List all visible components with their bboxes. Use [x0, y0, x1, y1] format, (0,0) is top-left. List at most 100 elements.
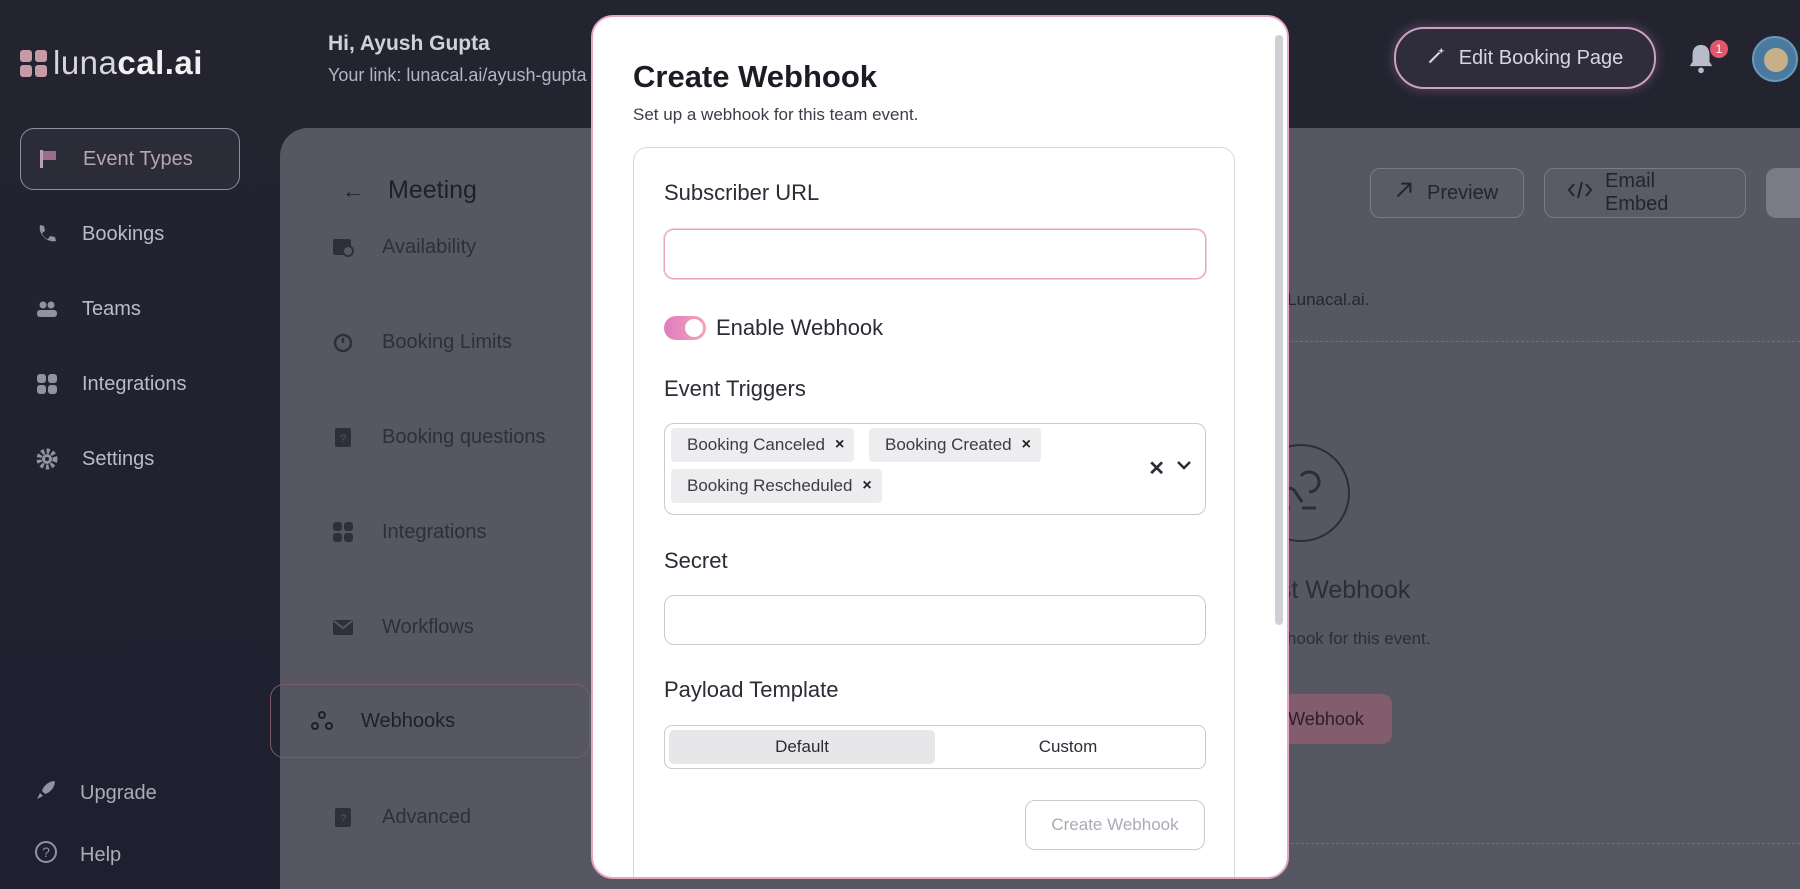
sidebar: Event Types Bookings Teams Integrations … [20, 128, 240, 503]
user-link[interactable]: Your link: lunacal.ai/ayush-gupta [328, 65, 587, 86]
logo-text: lunacal.ai [53, 44, 203, 81]
divider [1260, 341, 1800, 342]
secret-input[interactable] [664, 595, 1206, 645]
secret-label: Secret [664, 548, 728, 573]
preview-label: Preview [1427, 181, 1499, 204]
enable-webhook-row: Enable Webhook [664, 315, 883, 341]
sidebar-item-settings[interactable]: Settings [20, 428, 240, 490]
sidebar-item-label: Event Types [83, 147, 193, 170]
payload-option-default[interactable]: Default [669, 730, 935, 764]
logo-mark-icon [20, 49, 47, 77]
payload-template-label: Payload Template [664, 677, 839, 702]
notifications-button[interactable]: 1 [1684, 40, 1728, 81]
dialog-scrollbar[interactable] [1275, 35, 1283, 625]
sidebar-item-event-types[interactable]: Event Types [20, 128, 240, 190]
app-window: lunacal.ai Event Types Bookings Teams In… [0, 0, 1800, 889]
clipboard-icon: ? [330, 804, 356, 830]
code-icon [1567, 179, 1593, 207]
trigger-tag-label: Booking Created [885, 435, 1012, 454]
arrow-up-right-icon [1393, 179, 1415, 207]
trigger-tag-label: Booking Rescheduled [687, 476, 853, 495]
subscriber-url-label: Subscriber URL [664, 180, 820, 205]
menu-item-label: Booking questions [382, 425, 546, 448]
dialog-subtitle: Set up a webhook for this team event. [633, 105, 919, 124]
remove-tag-icon[interactable]: × [862, 477, 871, 495]
mail-icon [330, 614, 356, 640]
clear-all-icon[interactable]: ✕ [1148, 456, 1165, 481]
magic-wand-icon [1427, 45, 1447, 71]
sidebar-bottom: Upgrade ? Help [34, 776, 157, 889]
enable-webhook-toggle[interactable] [664, 316, 706, 340]
menu-item-availability[interactable]: Availability [330, 234, 476, 260]
menu-item-booking-limits[interactable]: Booking Limits [330, 329, 512, 355]
lunacal-logo[interactable]: lunacal.ai [20, 44, 203, 82]
event-actions: Preview Email Embed [1370, 168, 1746, 218]
menu-item-advanced[interactable]: ? Advanced [330, 804, 471, 830]
select-controls: ✕ [1148, 456, 1193, 481]
user-greeting: Hi, Ayush Gupta Your link: lunacal.ai/ay… [328, 32, 587, 86]
sidebar-item-integrations[interactable]: Integrations [20, 353, 240, 415]
sidebar-item-label: Help [80, 843, 122, 866]
webhook-icon [309, 708, 335, 734]
sidebar-item-bookings[interactable]: Bookings [20, 203, 240, 265]
trigger-tag: Booking Rescheduled × [671, 469, 882, 503]
event-triggers-select[interactable]: Booking Canceled × Booking Created × Boo… [664, 423, 1206, 515]
preview-button[interactable]: Preview [1370, 168, 1524, 218]
menu-item-label: Webhooks [361, 709, 456, 732]
sidebar-item-label: Teams [82, 297, 141, 320]
clipboard-question-icon: ? [330, 424, 356, 450]
back-arrow-icon[interactable]: ← [342, 178, 364, 204]
payload-template-toggle: Default Custom [664, 725, 1206, 769]
flag-icon [35, 146, 61, 172]
enable-webhook-label: Enable Webhook [716, 315, 884, 340]
svg-text:?: ? [340, 813, 346, 825]
svg-text:?: ? [340, 433, 346, 445]
webhook-form: Subscriber URL Enable Webhook Event Trig… [633, 147, 1235, 877]
menu-item-workflows[interactable]: Workflows [330, 614, 474, 640]
remove-tag-icon[interactable]: × [835, 436, 844, 454]
sidebar-item-label: Upgrade [80, 781, 157, 804]
edit-booking-page-button[interactable]: Edit Booking Page [1394, 27, 1656, 89]
notification-badge: 1 [1710, 40, 1728, 58]
gear-icon [34, 446, 60, 472]
svg-text:?: ? [42, 844, 50, 860]
sidebar-item-upgrade[interactable]: Upgrade [34, 776, 157, 810]
email-embed-button[interactable]: Email Embed [1544, 168, 1746, 218]
users-icon [34, 296, 60, 322]
remove-tag-icon[interactable]: × [1022, 436, 1031, 454]
grid-icon [330, 519, 356, 545]
trigger-tag: Booking Canceled × [671, 428, 855, 462]
sidebar-item-teams[interactable]: Teams [20, 278, 240, 340]
empty-state-subtitle: ebhook for this event. [1268, 629, 1431, 648]
sidebar-item-label: Bookings [82, 222, 165, 245]
event-title: Meeting [388, 176, 477, 204]
edit-booking-page-label: Edit Booking Page [1458, 46, 1624, 69]
avatar[interactable] [1752, 36, 1798, 82]
create-webhook-dialog: Create Webhook Set up a webhook for this… [591, 15, 1289, 879]
rocket-icon [34, 778, 58, 808]
save-button[interactable] [1766, 168, 1800, 218]
calendar-clock-icon [330, 234, 356, 260]
payload-option-custom[interactable]: Custom [935, 730, 1201, 764]
sidebar-item-label: Settings [82, 447, 155, 470]
chevron-down-icon[interactable] [1175, 456, 1193, 481]
dialog-title: Create Webhook [633, 59, 878, 94]
subscriber-url-input[interactable] [664, 229, 1206, 279]
create-webhook-button[interactable]: Create Webhook [1025, 800, 1205, 850]
event-header: ← Meeting [342, 176, 477, 205]
menu-item-label: Booking Limits [382, 330, 513, 353]
trigger-tag-label: Booking Canceled [687, 435, 825, 454]
trigger-tag: Booking Created × [869, 428, 1041, 462]
menu-item-label: Availability [382, 235, 477, 258]
sidebar-item-help[interactable]: ? Help [34, 838, 157, 872]
menu-item-booking-questions[interactable]: ? Booking questions [330, 424, 545, 450]
email-embed-label: Email Embed [1605, 170, 1669, 215]
help-icon: ? [34, 840, 58, 870]
menu-item-webhooks[interactable]: Webhooks [270, 684, 590, 758]
menu-item-integrations[interactable]: Integrations [330, 519, 487, 545]
menu-item-label: Integrations [382, 520, 487, 543]
phone-icon [34, 221, 60, 247]
greeting-text: Hi, Ayush Gupta [328, 32, 490, 55]
menu-item-label: Workflows [382, 615, 474, 638]
menu-item-label: Advanced [382, 805, 471, 828]
